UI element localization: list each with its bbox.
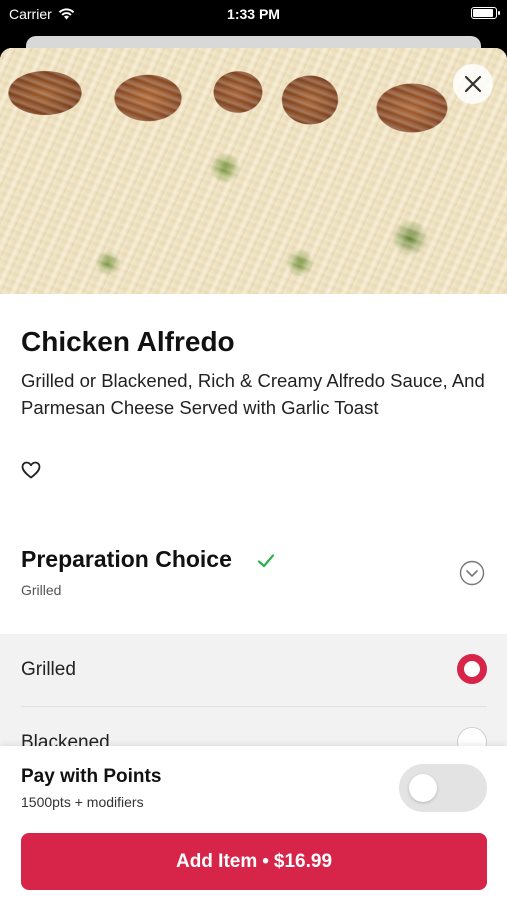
item-description: Grilled or Blackened, Rich & Creamy Alfr… [21, 370, 485, 418]
pay-with-points-subtitle: 1500pts + modifiers [21, 794, 144, 810]
checkmark-icon [257, 554, 275, 568]
chevron-down-circle-icon[interactable] [459, 560, 485, 586]
item-detail-sheet: Chicken Alfredo Grilled or Blackened, Ri… [0, 48, 507, 900]
preparation-title: Preparation Choice [21, 546, 232, 572]
add-item-price: $16.99 [273, 850, 333, 872]
bottom-action-bar: Pay with Points 1500pts + modifiers Add … [0, 746, 507, 900]
radio-selected[interactable] [457, 654, 487, 684]
pay-with-points-title: Pay with Points [21, 766, 162, 787]
option-label: Grilled [21, 659, 76, 680]
status-bar: Carrier 1:33 PM [0, 0, 507, 30]
option-grilled[interactable]: Grilled [0, 634, 507, 707]
pay-with-points-toggle[interactable] [399, 764, 487, 812]
item-photo [0, 48, 507, 294]
close-button[interactable] [453, 64, 493, 104]
status-time: 1:33 PM [227, 6, 280, 22]
add-item-button[interactable]: Add Item • $16.99 [21, 833, 487, 890]
toggle-knob [409, 774, 437, 802]
add-item-separator: • [262, 850, 269, 872]
close-icon [464, 75, 482, 93]
preparation-selected: Grilled [21, 582, 62, 598]
item-title: Chicken Alfredo [21, 326, 235, 357]
battery-icon [471, 7, 500, 19]
heart-outline-icon[interactable] [21, 461, 41, 479]
add-item-label: Add Item [175, 850, 258, 872]
